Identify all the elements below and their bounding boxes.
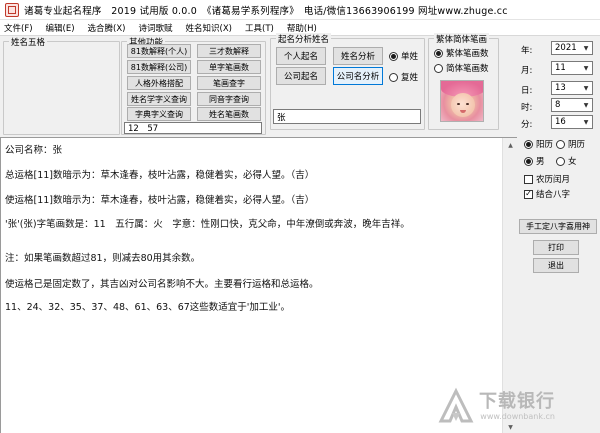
lunar-calendar-radio-dot	[556, 139, 565, 149]
year-dropdown-arrow-icon: ▼	[583, 44, 589, 52]
month-value: 11	[555, 63, 566, 73]
year-select[interactable]: 2021 ▼	[551, 41, 593, 55]
menu-tools[interactable]: 工具(T)	[245, 22, 274, 34]
solar-calendar-radio-dot	[524, 139, 533, 149]
menu-select[interactable]: 选合腾(X)	[88, 22, 126, 34]
result-line-total-luck: 总运格[11]数暗示为：草木逢春，枝叶沾露，稳健着实，必得人望。（吉）	[5, 170, 315, 181]
company-naming-button[interactable]: 公司起名	[276, 67, 326, 85]
menu-help[interactable]: 帮助(H)	[287, 22, 317, 34]
traditional-stroke-radio[interactable]: 繁体笔画数	[434, 47, 489, 59]
name-stroke-button[interactable]: 姓名笔画数	[197, 107, 261, 121]
print-button[interactable]: 打印	[533, 240, 579, 255]
name-analysis-button[interactable]: 姓名分析	[333, 47, 383, 65]
lunar-leap-label: 农历闰月	[536, 175, 571, 185]
double-surname-radio-dot	[389, 72, 398, 82]
result-line-fixed-number: 使运格己是固定数了，其吉凶对公司名影响不大。主要看行运格和总运格。	[5, 279, 319, 290]
simplified-stroke-label: 简体笔画数	[446, 64, 489, 74]
downbank-watermark: 下载银行 www.downbank.cn	[437, 382, 597, 430]
result-line-company-name: 公司名称：张	[5, 145, 63, 156]
wuge-group-label: 姓名五格	[9, 36, 48, 48]
hour-dropdown-arrow-icon: ▼	[583, 101, 589, 109]
male-label: 男	[536, 157, 545, 167]
result-line-usage-luck: 使运格[11]数暗示为：草木逢春，枝叶沾露，稳健着实，必得人望。（吉）	[5, 195, 315, 206]
traditional-stroke-label: 繁体笔画数	[446, 49, 489, 59]
minute-select[interactable]: 16 ▼	[551, 115, 593, 129]
result-line-suitable-numbers: 11、24、32、35、37、48、61、63、67这些数适宜于'加工业'。	[5, 302, 291, 313]
lunar-leap-checkbox-box	[524, 174, 533, 184]
double-surname-label: 复姓	[401, 73, 419, 83]
analysis-group-label: 起名分析姓名	[276, 33, 332, 45]
watermark-sub-text: www.downbank.cn	[480, 411, 555, 421]
personal-naming-button[interactable]: 个人起名	[276, 47, 326, 65]
minute-dropdown-arrow-icon: ▼	[583, 118, 589, 126]
year-value: 2021	[555, 43, 577, 53]
single-surname-label: 单姓	[401, 52, 419, 62]
menu-edit[interactable]: 编辑(E)	[46, 22, 75, 34]
traditional-stroke-radio-dot	[434, 48, 443, 58]
scroll-up-arrow-icon[interactable]: ▲	[503, 138, 517, 152]
sancai-button[interactable]: 三才数解释	[197, 44, 261, 58]
wuge-group: 姓名五格	[3, 36, 120, 135]
result-line-note: 注：如果笔画数超过81，则减去80用其余数。	[5, 253, 201, 264]
tools-output-field[interactable]: 12 57	[124, 122, 262, 134]
hour-label: 时:	[521, 103, 533, 113]
lunar-calendar-radio[interactable]: 阴历	[556, 138, 585, 150]
year-label: 年:	[521, 46, 533, 56]
bazi-label: 结合八字	[536, 190, 571, 200]
num81-personal-button[interactable]: 81数解释(个人)	[127, 44, 191, 58]
result-line-char-stroke: '张'(张)字笔画数是：11 五行属：火 字意：性刚口快，克父命，中年潦倒或奔波…	[5, 219, 410, 230]
num81-company-button[interactable]: 81数解释(公司)	[127, 60, 191, 74]
female-radio[interactable]: 女	[556, 155, 577, 167]
male-radio-dot	[524, 156, 533, 166]
female-label: 女	[568, 157, 577, 167]
downbank-logo-icon	[437, 387, 475, 425]
stroke-lookup-button[interactable]: 笔画查字	[197, 76, 261, 90]
menu-poetry[interactable]: 诗词歌赋	[139, 22, 173, 34]
hour-select[interactable]: 8 ▼	[551, 98, 593, 112]
window-title: 诸葛专业起名程序 2019 试用版 0.0.0 《诸葛易学系列程序》 电话/微信…	[24, 5, 508, 17]
homophone-button[interactable]: 同音字查询	[197, 92, 261, 106]
baby-photo	[440, 80, 484, 122]
month-label: 月:	[521, 66, 533, 76]
lunar-calendar-label: 阴历	[568, 140, 586, 150]
day-select[interactable]: 13 ▼	[551, 81, 593, 95]
baby-left-eye	[457, 103, 460, 105]
male-radio[interactable]: 男	[524, 155, 545, 167]
app-icon	[5, 2, 19, 17]
solar-calendar-label: 阳历	[536, 140, 554, 150]
day-dropdown-arrow-icon: ▼	[583, 84, 589, 92]
day-label: 日:	[521, 86, 533, 96]
single-surname-radio[interactable]: 单姓	[389, 50, 418, 62]
char-stroke-button[interactable]: 单字笔画数	[197, 60, 261, 74]
watermark-main-text: 下载银行	[479, 390, 555, 412]
minute-label: 分:	[521, 120, 533, 130]
char-meaning-button[interactable]: 姓名学字义查询	[127, 92, 191, 106]
simplified-stroke-radio-dot	[434, 63, 443, 73]
baby-right-eye	[466, 103, 469, 105]
renge-waige-button[interactable]: 人格外格搭配	[127, 76, 191, 90]
double-surname-radio[interactable]: 复姓	[389, 71, 418, 83]
month-dropdown-arrow-icon: ▼	[583, 64, 589, 72]
title-bar: 诸葛专业起名程序 2019 试用版 0.0.0 《诸葛易学系列程序》 电话/微信…	[0, 0, 600, 20]
solar-calendar-radio[interactable]: 阳历	[524, 138, 553, 150]
exit-button[interactable]: 退出	[533, 258, 579, 273]
company-name-analysis-button[interactable]: 公司名分析	[333, 67, 383, 85]
menu-file[interactable]: 文件(F)	[4, 22, 33, 34]
name-input[interactable]: 张	[273, 109, 421, 124]
simplified-stroke-radio[interactable]: 简体笔画数	[434, 62, 489, 74]
day-value: 13	[555, 83, 566, 93]
lunar-leap-checkbox[interactable]: 农历闰月	[524, 173, 570, 185]
single-surname-radio-dot	[389, 51, 398, 61]
hour-value: 8	[555, 100, 561, 110]
dictionary-button[interactable]: 字典字义查询	[127, 107, 191, 121]
month-select[interactable]: 11 ▼	[551, 61, 593, 75]
stroke-group-label: 繁体简体笔画	[434, 33, 490, 45]
baby-face	[451, 93, 475, 117]
bazi-check-icon: ✓	[524, 189, 533, 199]
manual-bazi-button[interactable]: 手工定八字喜用神	[519, 219, 597, 234]
bazi-checkbox[interactable]: ✓ 结合八字	[524, 188, 570, 200]
female-radio-dot	[556, 156, 565, 166]
menu-name-knowledge[interactable]: 姓名知识(X)	[186, 22, 232, 34]
minute-value: 16	[555, 117, 566, 127]
